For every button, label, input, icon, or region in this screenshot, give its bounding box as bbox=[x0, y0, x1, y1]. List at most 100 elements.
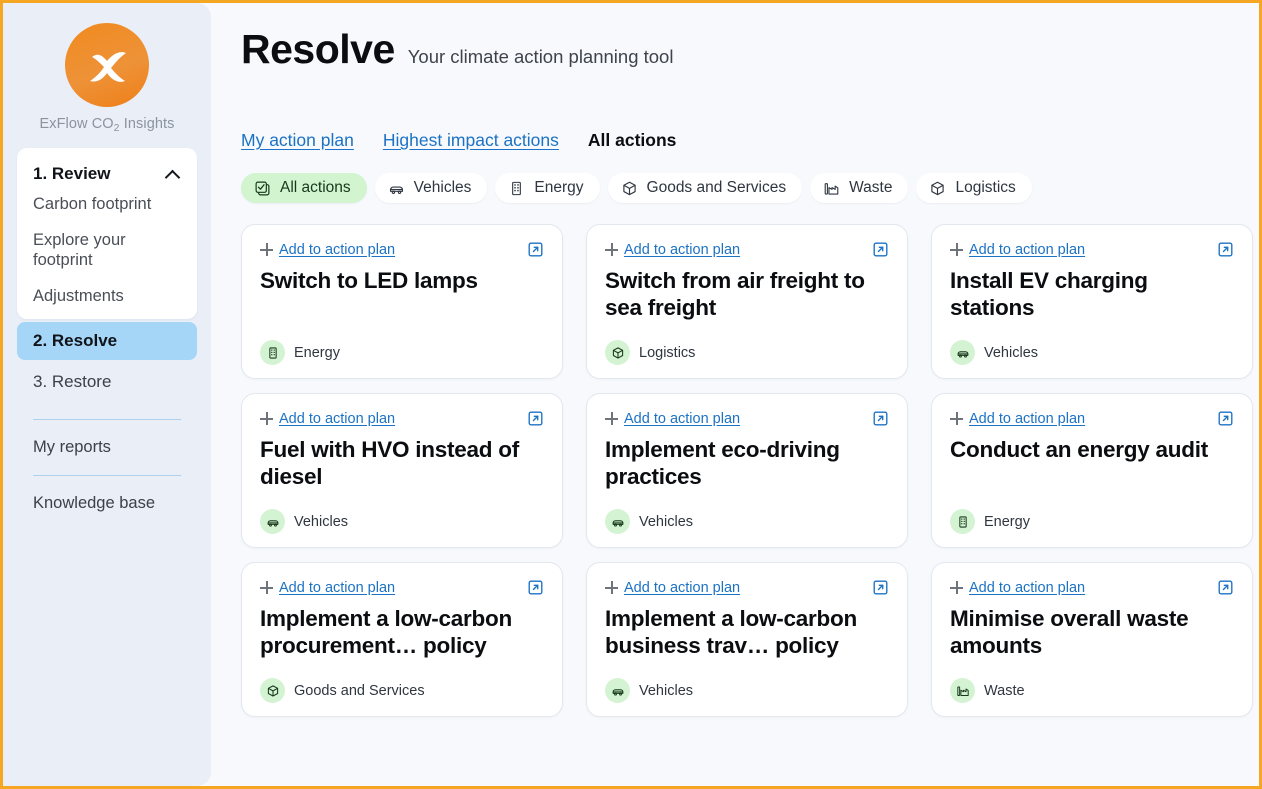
plus-icon bbox=[605, 581, 618, 594]
action-card-category-label: Vehicles bbox=[639, 683, 693, 699]
sidebar-item-adjustments[interactable]: Adjustments bbox=[17, 284, 197, 306]
plus-icon bbox=[260, 243, 273, 256]
add-to-action-plan-button[interactable]: Add to action plan bbox=[260, 580, 395, 596]
sidebar-item-explore-your-footprint[interactable]: Explore your footprint bbox=[17, 228, 197, 270]
action-card-category-label: Energy bbox=[984, 514, 1030, 530]
filter-chip-logistics[interactable]: Logistics bbox=[916, 173, 1031, 203]
action-card[interactable]: Add to action plan Fuel with HVO instead… bbox=[241, 393, 563, 548]
filter-chip-goods-and-services[interactable]: Goods and Services bbox=[608, 173, 803, 203]
filter-chip-all-actions[interactable]: All actions bbox=[241, 173, 367, 203]
sidebar-group-review: 1. Review Carbon footprint Explore your … bbox=[17, 148, 197, 319]
main-content: Resolve Your climate action planning too… bbox=[211, 3, 1259, 786]
action-card-title: Switch from air freight to sea freight bbox=[605, 267, 889, 336]
plus-icon bbox=[950, 581, 963, 594]
add-to-action-plan-label: Add to action plan bbox=[279, 411, 395, 427]
card-header: Add to action plan bbox=[950, 410, 1234, 427]
brand-name: ExFlow CO2 Insights bbox=[39, 116, 174, 134]
sidebar: ExFlow CO2 Insights 1. Review Carbon foo… bbox=[3, 3, 211, 786]
action-card-category: Energy bbox=[260, 336, 544, 365]
add-to-action-plan-label: Add to action plan bbox=[279, 580, 395, 596]
add-to-action-plan-button[interactable]: Add to action plan bbox=[950, 411, 1085, 427]
action-card[interactable]: Add to action plan Implement eco-driving… bbox=[586, 393, 908, 548]
action-card-category-label: Vehicles bbox=[984, 345, 1038, 361]
add-to-action-plan-button[interactable]: Add to action plan bbox=[605, 580, 740, 596]
action-card-category: Logistics bbox=[605, 336, 889, 365]
action-card-category-label: Energy bbox=[294, 345, 340, 361]
car-icon bbox=[388, 180, 405, 197]
action-card[interactable]: Add to action plan Switch from air freig… bbox=[586, 224, 908, 379]
action-card[interactable]: Add to action plan Install EV charging s… bbox=[931, 224, 1253, 379]
external-link-icon[interactable] bbox=[527, 410, 544, 427]
action-card[interactable]: Add to action plan Implement a low-carbo… bbox=[241, 562, 563, 717]
exflow-x-logo bbox=[65, 23, 149, 107]
add-to-action-plan-label: Add to action plan bbox=[624, 580, 740, 596]
filter-chip-vehicles[interactable]: Vehicles bbox=[375, 173, 488, 203]
add-to-action-plan-button[interactable]: Add to action plan bbox=[950, 580, 1085, 596]
tab-all-actions[interactable]: All actions bbox=[588, 130, 677, 151]
tab-highest-impact-actions[interactable]: Highest impact actions bbox=[383, 130, 559, 151]
plus-icon bbox=[605, 412, 618, 425]
external-link-icon[interactable] bbox=[872, 410, 889, 427]
card-header: Add to action plan bbox=[950, 579, 1234, 596]
sidebar-item-resolve[interactable]: 2. Resolve bbox=[17, 322, 197, 360]
page-title: Resolve bbox=[241, 29, 395, 70]
add-to-action-plan-button[interactable]: Add to action plan bbox=[260, 411, 395, 427]
tab-my-action-plan[interactable]: My action plan bbox=[241, 130, 354, 151]
sidebar-group-header-review[interactable]: 1. Review bbox=[17, 158, 197, 192]
add-to-action-plan-button[interactable]: Add to action plan bbox=[950, 242, 1085, 258]
tab-bar: My action plan Highest impact actions Al… bbox=[239, 130, 1245, 151]
action-card-category: Vehicles bbox=[260, 505, 544, 534]
action-card[interactable]: Add to action plan Minimise overall wast… bbox=[931, 562, 1253, 717]
card-header: Add to action plan bbox=[260, 579, 544, 596]
sidebar-item-carbon-footprint[interactable]: Carbon footprint bbox=[17, 192, 197, 214]
action-card-category: Vehicles bbox=[950, 336, 1234, 365]
car-icon bbox=[950, 340, 975, 365]
action-card[interactable]: Add to action plan Switch to LED lamps bbox=[241, 224, 563, 379]
add-to-action-plan-label: Add to action plan bbox=[969, 411, 1085, 427]
external-link-icon[interactable] bbox=[872, 241, 889, 258]
external-link-icon[interactable] bbox=[1217, 241, 1234, 258]
factory-building-icon bbox=[260, 340, 285, 365]
external-link-icon[interactable] bbox=[527, 241, 544, 258]
sidebar-group-label: 1. Review bbox=[33, 164, 111, 184]
add-to-action-plan-button[interactable]: Add to action plan bbox=[260, 242, 395, 258]
action-card-title: Implement a low-carbon procurement… poli… bbox=[260, 605, 544, 674]
external-link-icon[interactable] bbox=[1217, 579, 1234, 596]
brand-name-prefix: ExFlow CO bbox=[39, 116, 113, 132]
car-icon bbox=[260, 509, 285, 534]
action-card-title: Fuel with HVO instead of diesel bbox=[260, 436, 544, 505]
box-icon bbox=[621, 180, 638, 197]
action-card-title: Implement eco-driving practices bbox=[605, 436, 889, 505]
filter-chip-label: Vehicles bbox=[414, 179, 472, 197]
filter-chip-waste[interactable]: Waste bbox=[810, 173, 908, 203]
filter-chip-label: All actions bbox=[280, 179, 351, 197]
external-link-icon[interactable] bbox=[1217, 410, 1234, 427]
car-icon bbox=[605, 678, 630, 703]
filter-chip-label: Logistics bbox=[955, 179, 1015, 197]
sidebar-item-restore[interactable]: 3. Restore bbox=[17, 363, 197, 401]
app-root: ExFlow CO2 Insights 1. Review Carbon foo… bbox=[3, 3, 1259, 786]
box-icon bbox=[260, 678, 285, 703]
filter-chip-label: Energy bbox=[534, 179, 583, 197]
sidebar-item-my-reports[interactable]: My reports bbox=[17, 420, 197, 457]
add-to-action-plan-button[interactable]: Add to action plan bbox=[605, 242, 740, 258]
add-to-action-plan-label: Add to action plan bbox=[969, 580, 1085, 596]
action-card[interactable]: Add to action plan Implement a low-carbo… bbox=[586, 562, 908, 717]
waste-factory-icon bbox=[950, 678, 975, 703]
add-to-action-plan-button[interactable]: Add to action plan bbox=[605, 411, 740, 427]
action-card[interactable]: Add to action plan Conduct an energy aud… bbox=[931, 393, 1253, 548]
checkbox-stack-icon bbox=[254, 180, 271, 197]
action-card-title: Conduct an energy audit bbox=[950, 436, 1234, 505]
add-to-action-plan-label: Add to action plan bbox=[624, 242, 740, 258]
car-icon bbox=[605, 509, 630, 534]
brand: ExFlow CO2 Insights bbox=[3, 19, 211, 148]
sidebar-item-knowledge-base[interactable]: Knowledge base bbox=[17, 476, 197, 513]
card-header: Add to action plan bbox=[260, 410, 544, 427]
filter-chip-energy[interactable]: Energy bbox=[495, 173, 599, 203]
action-card-category: Vehicles bbox=[605, 674, 889, 703]
external-link-icon[interactable] bbox=[872, 579, 889, 596]
factory-building-icon bbox=[508, 180, 525, 197]
chevron-up-icon[interactable] bbox=[165, 169, 181, 179]
external-link-icon[interactable] bbox=[527, 579, 544, 596]
card-header: Add to action plan bbox=[605, 241, 889, 258]
